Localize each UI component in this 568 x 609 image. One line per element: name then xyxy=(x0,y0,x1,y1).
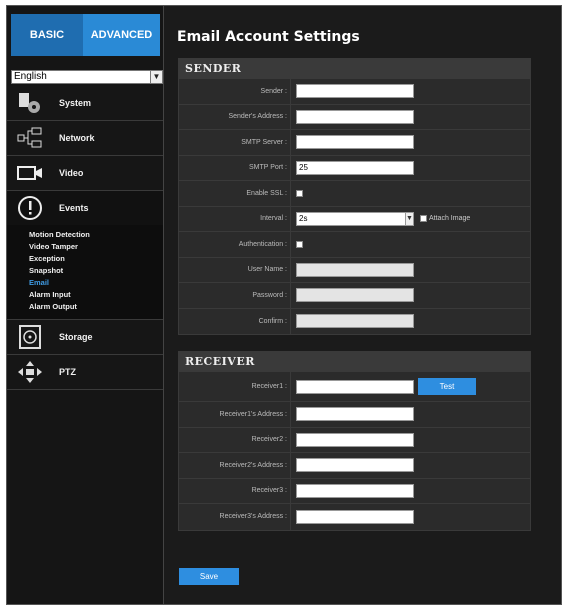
sidebar-item-video[interactable]: Video xyxy=(7,156,163,191)
receiver2-input[interactable] xyxy=(296,432,414,447)
storage-icon xyxy=(13,324,47,350)
receiver2-address-label: Receiver2's Address : xyxy=(179,453,291,478)
page-title: Email Account Settings xyxy=(177,29,360,45)
form-row: Confirm : xyxy=(179,308,530,334)
receiver3-input[interactable] xyxy=(296,483,414,498)
app-frame: BASIC ADVANCED English ▼ System Network xyxy=(6,5,562,605)
authentication-checkbox[interactable] xyxy=(296,240,303,248)
form-row: Enable SSL : xyxy=(179,181,530,207)
network-icon xyxy=(13,125,47,151)
sidebar-item-label: Video xyxy=(59,168,84,178)
tab-advanced[interactable]: ADVANCED xyxy=(83,14,160,56)
save-button[interactable]: Save xyxy=(179,568,239,585)
form-row: Authentication : xyxy=(179,232,530,258)
receiver3-label: Receiver3 : xyxy=(179,478,291,503)
receiver1-address-input[interactable] xyxy=(296,407,414,422)
sidebar-item-label: Events xyxy=(59,203,89,213)
sidebar-menu: System Network Video Events Motion Detec… xyxy=(7,86,163,390)
smtp-port-input[interactable] xyxy=(296,160,414,175)
sidebar-item-events[interactable]: Events xyxy=(7,191,163,225)
ptz-icon xyxy=(13,359,47,385)
receiver-heading: RECEIVER xyxy=(179,352,530,372)
confirm-input[interactable] xyxy=(296,314,414,329)
sidebar-item-network[interactable]: Network xyxy=(7,121,163,156)
sidebar-item-system[interactable]: System xyxy=(7,86,163,121)
sender-panel: SENDER Sender : Sender's Address : SMTP … xyxy=(178,58,531,335)
smtp-port-label: SMTP Port : xyxy=(179,155,291,180)
video-camera-icon xyxy=(13,160,47,186)
sender-input[interactable] xyxy=(296,84,414,99)
password-label: Password : xyxy=(179,283,291,308)
sidebar-item-label: PTZ xyxy=(59,367,76,377)
submenu-alarm-output[interactable]: Alarm Output xyxy=(29,301,163,313)
user-name-input[interactable] xyxy=(296,262,414,277)
receiver1-input[interactable] xyxy=(296,379,414,394)
sidebar-item-label: Storage xyxy=(59,332,93,342)
submenu-email[interactable]: Email xyxy=(29,277,163,289)
events-submenu: Motion Detection Video Tamper Exception … xyxy=(7,225,163,320)
enable-ssl-checkbox[interactable] xyxy=(296,189,303,197)
enable-ssl-label: Enable SSL : xyxy=(179,181,291,206)
attach-image-label: Attach Image xyxy=(429,215,471,223)
form-row: Receiver1 : Test xyxy=(179,372,530,402)
receiver2-address-input[interactable] xyxy=(296,458,414,473)
system-icon xyxy=(13,90,47,116)
alert-icon xyxy=(13,195,47,221)
password-input[interactable] xyxy=(296,288,414,303)
main-content: Email Account Settings SENDER Sender : S… xyxy=(167,6,561,604)
submenu-exception[interactable]: Exception xyxy=(29,253,163,265)
receiver1-address-label: Receiver1's Address : xyxy=(179,402,291,427)
mode-tabs: BASIC ADVANCED xyxy=(11,14,160,56)
form-row: Sender's Address : xyxy=(179,104,530,130)
chevron-down-icon: ▼ xyxy=(150,71,162,83)
smtp-server-input[interactable] xyxy=(296,135,414,150)
sender-label: Sender : xyxy=(179,79,291,104)
sidebar-item-label: Network xyxy=(59,133,95,143)
form-row: Sender : xyxy=(179,79,530,105)
interval-label: Interval : xyxy=(179,206,291,231)
form-row: Receiver1's Address : xyxy=(179,402,530,428)
form-row: Password : xyxy=(179,283,530,309)
sidebar-item-ptz[interactable]: PTZ xyxy=(7,355,163,390)
form-row: SMTP Server : xyxy=(179,130,530,156)
form-row: Receiver2 : xyxy=(179,427,530,453)
sidebar-item-label: System xyxy=(59,98,92,108)
sender-heading: SENDER xyxy=(179,59,530,79)
form-row: SMTP Port : xyxy=(179,155,530,181)
language-select[interactable]: English ▼ xyxy=(11,70,163,84)
confirm-label: Confirm : xyxy=(179,308,291,334)
attach-image-option[interactable]: Attach Image xyxy=(420,215,471,223)
interval-value: 2s xyxy=(299,213,308,223)
sidebar-item-storage[interactable]: Storage xyxy=(7,320,163,355)
form-row: Receiver3's Address : xyxy=(179,504,530,530)
interval-select[interactable]: 2s ▼ xyxy=(296,211,414,226)
sidebar: BASIC ADVANCED English ▼ System Network xyxy=(7,6,164,604)
receiver-panel: RECEIVER Receiver1 : Test Receiver1's Ad… xyxy=(178,351,531,531)
submenu-video-tamper[interactable]: Video Tamper xyxy=(29,241,163,253)
receiver1-label: Receiver1 : xyxy=(179,372,291,401)
smtp-server-label: SMTP Server : xyxy=(179,130,291,155)
authentication-label: Authentication : xyxy=(179,232,291,257)
submenu-motion-detection[interactable]: Motion Detection xyxy=(29,229,163,241)
form-row: Receiver2's Address : xyxy=(179,453,530,479)
form-row: User Name : xyxy=(179,257,530,283)
submenu-snapshot[interactable]: Snapshot xyxy=(29,265,163,277)
test-button[interactable]: Test xyxy=(418,378,476,395)
submenu-alarm-input[interactable]: Alarm Input xyxy=(29,289,163,301)
user-name-label: User Name : xyxy=(179,257,291,282)
receiver3-address-input[interactable] xyxy=(296,509,414,524)
receiver2-label: Receiver2 : xyxy=(179,427,291,452)
sender-address-input[interactable] xyxy=(296,109,414,124)
tab-basic[interactable]: BASIC xyxy=(11,14,83,56)
form-row: Interval : 2s ▼ Attach Image xyxy=(179,206,530,232)
form-row: Receiver3 : xyxy=(179,478,530,504)
receiver3-address-label: Receiver3's Address : xyxy=(179,504,291,530)
chevron-down-icon: ▼ xyxy=(405,211,414,226)
language-value: English xyxy=(14,71,47,82)
attach-image-checkbox[interactable] xyxy=(420,215,427,223)
sender-address-label: Sender's Address : xyxy=(179,104,291,129)
